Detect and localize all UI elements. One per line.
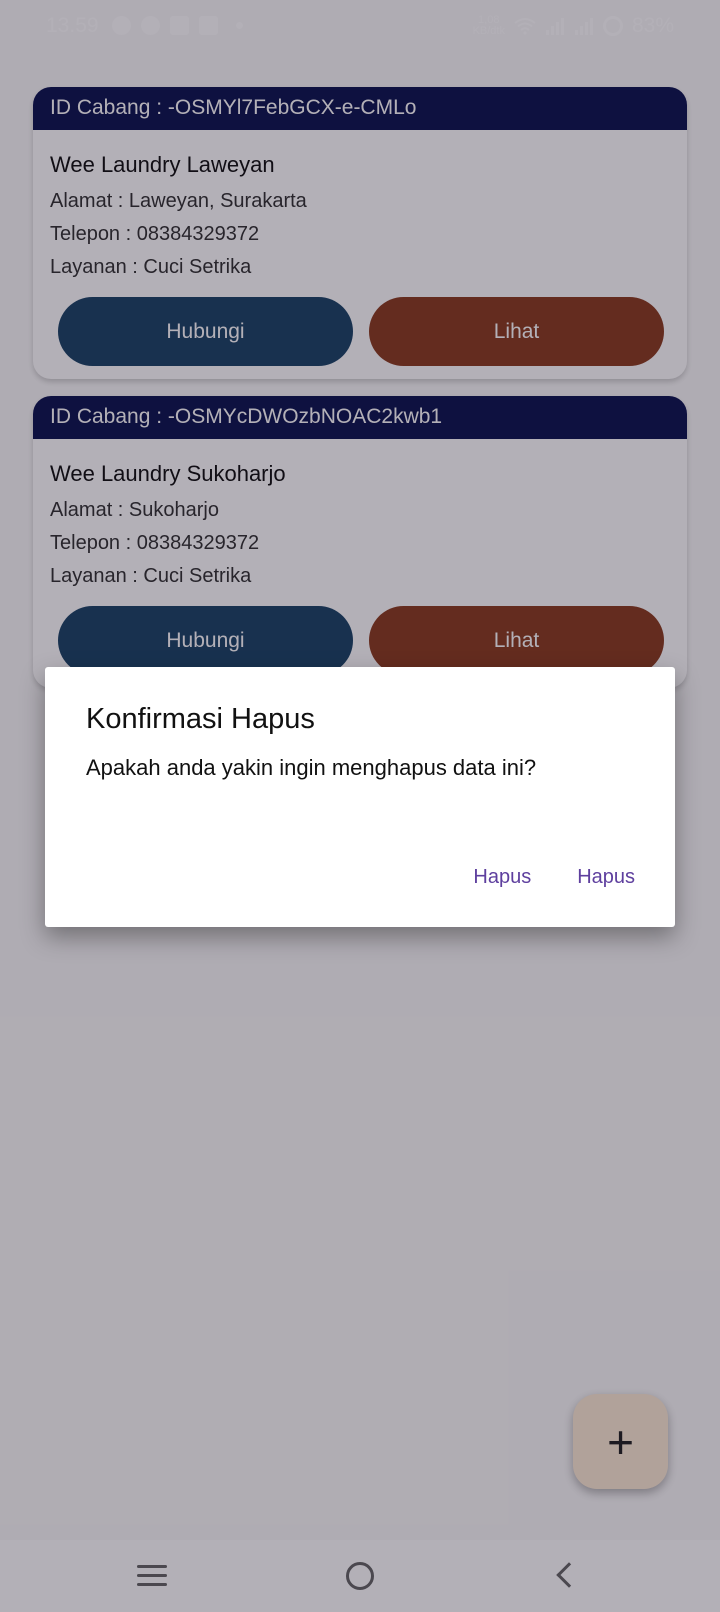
- dialog-title: Konfirmasi Hapus: [86, 703, 315, 735]
- dialog-actions: Hapus Hapus: [473, 866, 635, 889]
- dialog-action-button[interactable]: Hapus: [473, 866, 531, 889]
- dialog-message: Apakah anda yakin ingin menghapus data i…: [86, 755, 537, 780]
- dialog-action-button[interactable]: Hapus: [577, 866, 635, 889]
- delete-confirmation-dialog: Konfirmasi Hapus Apakah anda yakin ingin…: [45, 667, 675, 927]
